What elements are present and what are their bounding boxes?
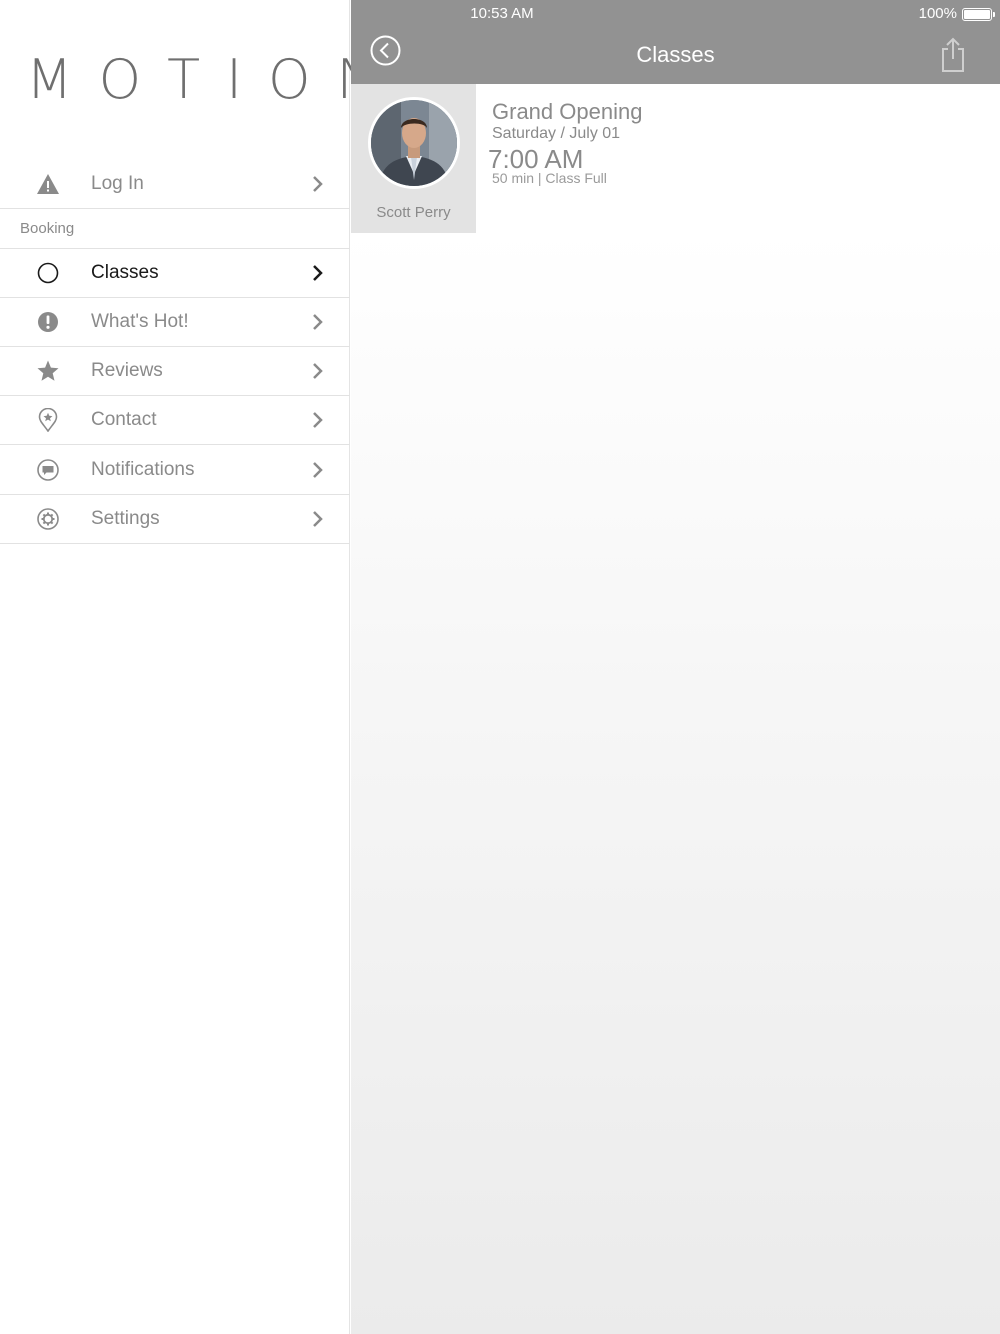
- chevron-right-icon: [310, 361, 326, 381]
- sidebar-item-notifications[interactable]: Notifications: [0, 446, 350, 495]
- sidebar-item-classes[interactable]: Classes: [0, 249, 350, 298]
- battery-percent: 100%: [918, 5, 957, 22]
- instructor-name: Scott Perry: [376, 204, 451, 221]
- main-content: 10:53 AM 100% Classes Scott Perry Grand …: [351, 0, 1000, 1334]
- battery-icon: [962, 8, 995, 21]
- sidebar-item-settings[interactable]: Settings: [0, 495, 350, 544]
- share-button[interactable]: [939, 37, 967, 73]
- gear-icon: [36, 507, 60, 531]
- location-pin-icon: [36, 408, 60, 432]
- class-meta: 50 min | Class Full: [492, 170, 607, 186]
- class-date: Saturday / July 01: [492, 125, 621, 142]
- chevron-right-icon: [310, 460, 326, 480]
- chevron-right-icon: [310, 509, 326, 529]
- chat-bubble-icon: [36, 458, 60, 482]
- class-list-item[interactable]: Scott Perry Grand Opening Saturday / Jul…: [351, 84, 1000, 233]
- sidebar-item-label: Settings: [91, 508, 160, 529]
- sidebar-item-label: Contact: [91, 409, 157, 430]
- share-icon: [942, 37, 964, 72]
- circle-icon: [36, 261, 60, 285]
- app-logo: MOTION: [26, 48, 403, 111]
- sidebar-item-reviews[interactable]: Reviews: [0, 347, 350, 396]
- sidebar-item-label: What's Hot!: [91, 311, 189, 332]
- status-time: 10:53 AM: [470, 5, 534, 22]
- sidebar-item-whats-hot[interactable]: What's Hot!: [0, 298, 350, 347]
- chevron-right-icon: [310, 312, 326, 332]
- app-screen: MOTION Log In Booking Classes What's Hot…: [0, 0, 1000, 1334]
- chevron-right-icon: [310, 174, 326, 194]
- instructor-panel: Scott Perry: [351, 84, 476, 233]
- sidebar-item-label: Classes: [91, 262, 159, 283]
- sidebar-item-label: Notifications: [91, 459, 195, 480]
- star-icon: [36, 359, 60, 383]
- sidebar-item-login[interactable]: Log In: [0, 160, 350, 209]
- section-header-booking: Booking: [0, 209, 350, 249]
- page-title: Classes: [636, 42, 715, 67]
- sidebar-item-label: Reviews: [91, 360, 163, 381]
- chevron-right-icon: [310, 263, 326, 283]
- instructor-avatar: [368, 97, 460, 189]
- nav-bar: 10:53 AM 100% Classes: [351, 0, 1000, 84]
- warning-icon: [36, 172, 60, 196]
- sidebar-item-contact[interactable]: Contact: [0, 396, 350, 445]
- class-title: Grand Opening: [492, 99, 643, 124]
- chevron-right-icon: [310, 410, 326, 430]
- sidebar: MOTION Log In Booking Classes What's Hot…: [0, 0, 403, 1334]
- sidebar-item-label: Log In: [91, 173, 144, 194]
- exclamation-circle-icon: [36, 310, 60, 334]
